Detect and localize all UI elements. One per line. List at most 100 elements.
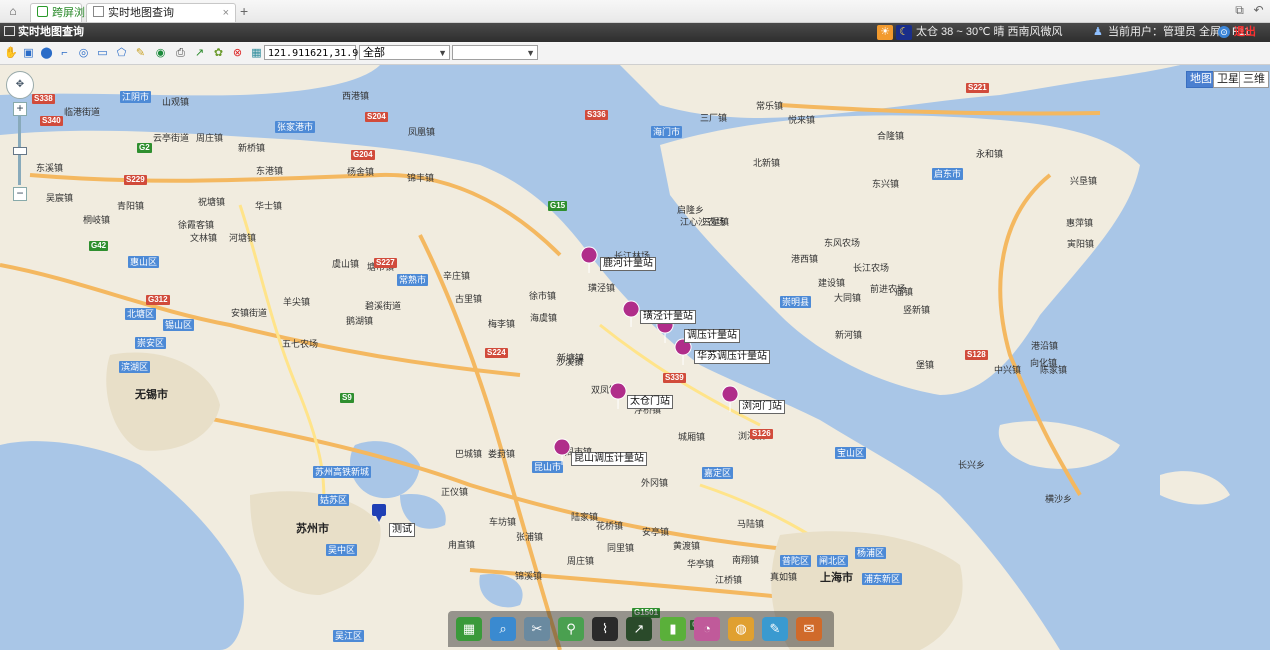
place-label: 张浦镇 bbox=[516, 532, 544, 542]
clear-icon[interactable]: ⊗ bbox=[231, 47, 244, 60]
place-label: 陆家镇 bbox=[571, 512, 599, 522]
district-label: 江阴市 bbox=[120, 91, 152, 103]
highway-badge: G2 bbox=[137, 143, 152, 153]
highway-badge: S339 bbox=[663, 373, 686, 383]
station-label[interactable]: 华苏调压计量站 bbox=[694, 350, 770, 364]
megaphone-icon[interactable]: ✉ bbox=[796, 617, 822, 641]
browser-tab-bar: ⌂ 跨屏浏览 实时地图查询 × + ⧉ ↶ bbox=[0, 0, 1270, 23]
maptype-map[interactable]: 地图 bbox=[1186, 71, 1216, 88]
pan-control-icon[interactable]: ✥ bbox=[6, 71, 34, 99]
edit-icon[interactable]: ✎ bbox=[762, 617, 788, 641]
zoom-slider-handle[interactable] bbox=[13, 147, 27, 155]
place-label: 辛庄镇 bbox=[443, 271, 471, 281]
district-label: 崇安区 bbox=[135, 337, 167, 349]
pan-icon[interactable]: ✋ bbox=[4, 47, 18, 60]
tab-icon bbox=[37, 6, 48, 17]
station-label[interactable]: 璜泾计量站 bbox=[640, 310, 696, 324]
place-label: 璜泾镇 bbox=[588, 283, 616, 293]
highway-badge: G42 bbox=[89, 241, 109, 251]
place-label: 双凤镇 bbox=[591, 385, 619, 395]
station-label[interactable]: 鹿河计量站 bbox=[600, 257, 656, 271]
highway-badge: S128 bbox=[965, 350, 988, 360]
marker-icon[interactable]: ⬤ bbox=[40, 47, 53, 60]
highway-badge: S336 bbox=[585, 110, 608, 120]
window-icon bbox=[4, 26, 15, 36]
place-label: 堡镇 bbox=[916, 360, 935, 370]
tab-label: 实时地图查询 bbox=[108, 7, 174, 19]
undo-icon[interactable]: ↶ bbox=[1252, 4, 1265, 17]
rectangle-icon[interactable]: ▭ bbox=[96, 47, 109, 60]
polyline-icon[interactable]: ⌐ bbox=[58, 47, 71, 60]
pie-chart-icon[interactable]: ◔ bbox=[694, 617, 720, 641]
map-canvas[interactable]: ✥ + − 地图 卫星 三维 无锡市 苏州市 上海市 江阴市 张家港市 惠山区 … bbox=[0, 65, 1270, 650]
bottom-dock: ▦ ⌕ ✂ ⚲ ⌇ ↗ ▮ ◔ ◍ ✎ ✉ bbox=[448, 611, 834, 647]
maptype-3d[interactable]: 三维 bbox=[1239, 71, 1269, 88]
zoom-box-icon[interactable]: ▣ bbox=[22, 47, 35, 60]
trend-icon[interactable]: ↗ bbox=[626, 617, 652, 641]
highway-badge: S9 bbox=[340, 393, 354, 403]
district-label: 北塘区 bbox=[125, 308, 157, 320]
station-label[interactable]: 昆山调压计量站 bbox=[571, 452, 647, 466]
station-label[interactable]: 太仓门站 bbox=[627, 395, 673, 409]
bar-chart-icon[interactable]: ▮ bbox=[660, 617, 686, 641]
chart-icon[interactable]: ↗ bbox=[193, 47, 206, 60]
ruler-icon[interactable]: ✎ bbox=[134, 47, 147, 60]
place-label: 云亭街道 bbox=[153, 133, 190, 143]
district-label: 宝山区 bbox=[835, 447, 867, 459]
zoom-in-button[interactable]: + bbox=[13, 102, 27, 116]
district-label: 锡山区 bbox=[163, 319, 195, 331]
filter-select[interactable]: 全部 ▼ bbox=[359, 45, 450, 60]
line-chart-icon[interactable]: ⌇ bbox=[592, 617, 618, 641]
window-restore-icon[interactable]: ⧉ bbox=[1233, 4, 1246, 17]
place-label: 虞山镇 bbox=[332, 259, 360, 269]
place-label: 竖新镇 bbox=[903, 305, 931, 315]
highway-badge: G312 bbox=[146, 295, 170, 305]
magnifier-icon[interactable]: ⚲ bbox=[558, 617, 584, 641]
place-label: 青阳镇 bbox=[117, 201, 145, 211]
tab-cross-screen[interactable]: 跨屏浏览 bbox=[30, 3, 96, 22]
settings-icon[interactable]: ✿ bbox=[212, 47, 225, 60]
highway-badge: S338 bbox=[32, 94, 55, 104]
exit-button[interactable]: 退出 bbox=[1234, 23, 1256, 42]
place-label: 五七农场 bbox=[282, 339, 319, 349]
place-label: 马陆镇 bbox=[737, 519, 765, 529]
tab-realtime-map[interactable]: 实时地图查询 × bbox=[86, 3, 236, 22]
place-label: 娄葑镇 bbox=[488, 449, 516, 459]
zoom-out-button[interactable]: − bbox=[13, 187, 27, 201]
highway-badge: S229 bbox=[124, 175, 147, 185]
place-label: 合隆镇 bbox=[877, 131, 905, 141]
user-icon: ♟ bbox=[1093, 26, 1103, 38]
polygon-icon[interactable]: ⬠ bbox=[115, 47, 128, 60]
fullscreen-icon[interactable]: ⊙ bbox=[1218, 26, 1230, 38]
district-label: 启东市 bbox=[932, 168, 964, 180]
print-icon[interactable]: ⎙ bbox=[174, 47, 187, 60]
layers-icon[interactable]: ◉ bbox=[154, 47, 167, 60]
place-label: 锦溪镇 bbox=[515, 571, 543, 581]
search-icon[interactable]: ⌕ bbox=[490, 617, 516, 641]
tools-icon[interactable]: ✂ bbox=[524, 617, 550, 641]
secondary-select[interactable]: ▼ bbox=[452, 45, 538, 60]
station-label[interactable]: 调压计量站 bbox=[684, 329, 740, 343]
new-tab-button[interactable]: + bbox=[240, 3, 248, 19]
map-navigation: ✥ bbox=[6, 71, 34, 101]
place-label: 正仪镇 bbox=[441, 487, 469, 497]
place-label: 新塘镇 bbox=[557, 353, 585, 363]
suzhou-urban bbox=[250, 491, 381, 595]
station-label[interactable]: 测试 bbox=[389, 523, 415, 537]
place-label: 鹅湖镇 bbox=[346, 316, 374, 326]
station-label[interactable]: 浏河门站 bbox=[739, 400, 785, 414]
district-label: 吴江区 bbox=[333, 630, 365, 642]
map-toolbar: ✋ ▣ ⬤ ⌐ ◎ ▭ ⬠ ✎ ◉ ⎙ ↗ ✿ ⊗ ▦ 121.911621,3… bbox=[0, 43, 1270, 65]
place-label: 北新镇 bbox=[753, 158, 781, 168]
district-label: 张家港市 bbox=[275, 121, 316, 133]
place-label: 悦来镇 bbox=[788, 115, 816, 125]
circle-icon[interactable]: ◎ bbox=[77, 47, 90, 60]
close-icon[interactable]: × bbox=[223, 4, 229, 22]
grid-icon[interactable]: ▦ bbox=[250, 47, 263, 60]
place-label: 城厢镇 bbox=[678, 432, 706, 442]
home-icon[interactable]: ⌂ bbox=[6, 4, 20, 18]
globe-icon[interactable]: ◍ bbox=[728, 617, 754, 641]
chart-3d-icon[interactable]: ▦ bbox=[456, 617, 482, 641]
coordinate-display[interactable]: 121.911621,31.961569 bbox=[264, 45, 388, 60]
highway-badge: S204 bbox=[365, 112, 388, 122]
